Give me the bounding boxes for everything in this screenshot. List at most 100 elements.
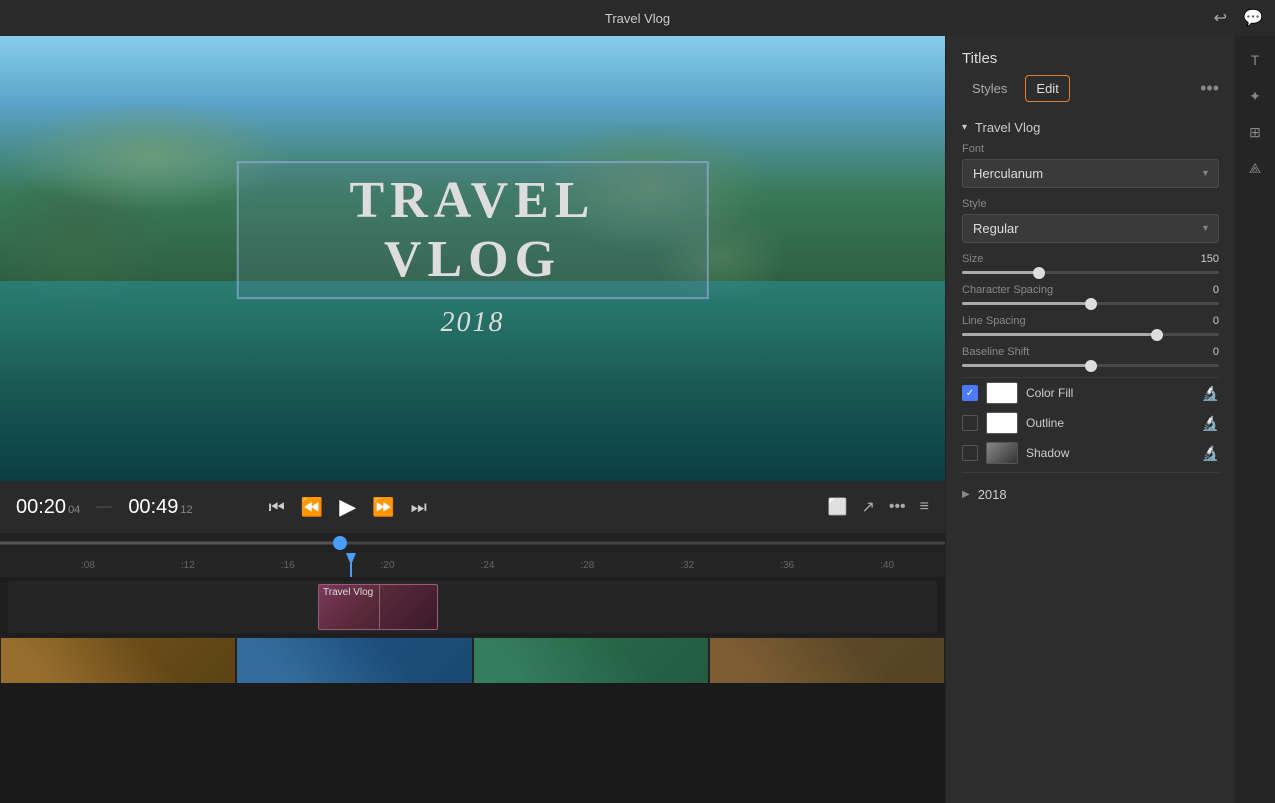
video-background: TRAVEL VLOG 2018 [0, 36, 945, 481]
section-label: Travel Vlog [975, 120, 1040, 135]
checkmark-icon: ✓ [966, 388, 974, 399]
chat-icon[interactable]: 💬 [1243, 8, 1263, 28]
video-strip [0, 637, 945, 683]
play-button[interactable]: ▶ [335, 490, 360, 524]
skip-forward-button[interactable]: ⏭ [407, 493, 431, 522]
baseline-shift-thumb[interactable] [1085, 360, 1097, 372]
char-spacing-track[interactable] [962, 302, 1219, 305]
style-arrow: ▾ [1203, 223, 1208, 234]
char-spacing-label: Character Spacing [962, 284, 1053, 296]
outline-checkbox[interactable] [962, 415, 978, 431]
tab-edit[interactable]: Edit [1025, 75, 1069, 102]
line-spacing-fill [962, 333, 1157, 336]
play-controls: ⏮ ⏪ ▶ ⏩ ⏭ [265, 490, 431, 524]
undo-icon[interactable]: ↩ [1214, 8, 1227, 28]
section-2018-label: 2018 [978, 487, 1007, 502]
skip-back-button[interactable]: ⏮ [265, 493, 289, 522]
ruler-mark-4: :20 [338, 560, 438, 571]
progress-thumb[interactable] [333, 536, 347, 550]
ruler-mark-7: :32 [637, 560, 737, 571]
left-content: TRAVEL VLOG 2018 00:20 04 — 00:49 12 ⏮ ⏪… [0, 36, 945, 803]
font-select[interactable]: Herculanum ▾ [962, 159, 1219, 188]
shadow-label: Shadow [1026, 446, 1194, 460]
color-fill-row: ✓ Color Fill 🔬 [962, 382, 1219, 404]
time-separator: — [96, 498, 112, 516]
color-fill-eyedropper[interactable]: 🔬 [1202, 385, 1219, 402]
right-panel: Titles Styles Edit ••• ▾ Travel Vlog Fon… [945, 36, 1235, 803]
divider-2 [962, 472, 1219, 473]
line-spacing-value: 0 [1213, 315, 1219, 327]
top-bar-icons: ↩ 💬 [1214, 8, 1263, 28]
clip-divider [379, 585, 380, 629]
ruler-mark-6: :28 [537, 560, 637, 571]
section-2018[interactable]: ▶ 2018 [962, 477, 1219, 510]
size-slider-thumb[interactable] [1033, 267, 1045, 279]
ruler-mark-8: :36 [737, 560, 837, 571]
more-icon[interactable]: ••• [889, 498, 906, 516]
font-value: Herculanum [973, 166, 1043, 181]
progress-fill [0, 542, 340, 545]
panel-content: ▾ Travel Vlog Font Herculanum ▾ Style Re… [946, 110, 1235, 803]
title-overlay: TRAVEL VLOG 2018 [236, 161, 709, 339]
progress-bar[interactable] [0, 533, 945, 553]
baseline-shift-fill [962, 364, 1091, 367]
ruler-mark-2: :12 [138, 560, 238, 571]
title-text: TRAVEL VLOG [236, 161, 709, 299]
char-spacing-value: 0 [1213, 284, 1219, 296]
titles-icon[interactable]: T [1239, 44, 1271, 76]
title-clip[interactable]: Travel Vlog [318, 584, 438, 630]
tab-styles[interactable]: Styles [962, 76, 1017, 101]
baseline-shift-header: Baseline Shift 0 [962, 346, 1219, 358]
total-frames: 12 [180, 504, 192, 516]
baseline-shift-track[interactable] [962, 364, 1219, 367]
section-travel-vlog[interactable]: ▾ Travel Vlog [962, 110, 1219, 143]
share-icon[interactable]: ↗ [861, 497, 874, 517]
line-spacing-track[interactable] [962, 333, 1219, 336]
color-fill-checkbox[interactable]: ✓ [962, 385, 978, 401]
shadow-checkbox[interactable] [962, 445, 978, 461]
panel-more-icon[interactable]: ••• [1200, 78, 1219, 99]
transitions-icon[interactable]: ⊞ [1239, 116, 1271, 148]
size-slider-track[interactable] [962, 271, 1219, 274]
style-field: Style Regular ▾ [962, 198, 1219, 243]
fullscreen-icon[interactable]: ≡ [920, 498, 929, 516]
line-spacing-thumb[interactable] [1151, 329, 1163, 341]
subtitle-text: 2018 [236, 307, 709, 339]
outline-swatch[interactable] [986, 412, 1018, 434]
style-label: Style [962, 198, 1219, 210]
icon-bar: T ✦ ⊞ ⟁ [1235, 36, 1275, 803]
char-spacing-thumb[interactable] [1085, 298, 1097, 310]
video-preview: TRAVEL VLOG 2018 [0, 36, 945, 481]
font-field: Font Herculanum ▾ [962, 143, 1219, 188]
effects-icon[interactable]: ✦ [1239, 80, 1271, 112]
ruler-mark-5: :24 [438, 560, 538, 571]
baseline-shift-slider-row: Baseline Shift 0 [962, 346, 1219, 367]
timeline-ruler: :08 :12 :16 :20 :24 :28 :32 :36 :40 [0, 553, 945, 577]
size-slider-row: Size 150 [962, 253, 1219, 274]
color-fill-swatch[interactable] [986, 382, 1018, 404]
outline-eyedropper[interactable]: 🔬 [1202, 415, 1219, 432]
strip-thumb-4 [709, 637, 945, 683]
timeline-playhead[interactable] [350, 553, 352, 577]
shadow-row: Shadow 🔬 [962, 442, 1219, 464]
ruler-mark-9: :40 [837, 560, 937, 571]
step-back-button[interactable]: ⏪ [297, 493, 327, 522]
section-chevron: ▾ [962, 122, 967, 133]
style-select[interactable]: Regular ▾ [962, 214, 1219, 243]
strip-thumb-2 [236, 637, 472, 683]
size-label: Size [962, 253, 983, 265]
shadow-eyedropper[interactable]: 🔬 [1202, 445, 1219, 462]
step-forward-button[interactable]: ⏩ [368, 493, 398, 522]
divider-1 [962, 377, 1219, 378]
line-spacing-label: Line Spacing [962, 315, 1026, 327]
timeline-area: :08 :12 :16 :20 :24 :28 :32 :36 :40 [0, 553, 945, 683]
strip-thumb-1 [0, 637, 236, 683]
progress-track [0, 542, 945, 545]
top-bar: Travel Vlog ↩ 💬 [0, 0, 1275, 36]
crop-tool-icon[interactable]: ⟁ [1239, 152, 1271, 184]
ruler-mark-1: :08 [38, 560, 138, 571]
current-time-display: 00:20 04 [16, 496, 80, 519]
playback-bar: 00:20 04 — 00:49 12 ⏮ ⏪ ▶ ⏩ ⏭ ⬜ ↗ ••• ≡ [0, 481, 945, 533]
crop-icon[interactable]: ⬜ [828, 497, 848, 517]
shadow-swatch[interactable] [986, 442, 1018, 464]
